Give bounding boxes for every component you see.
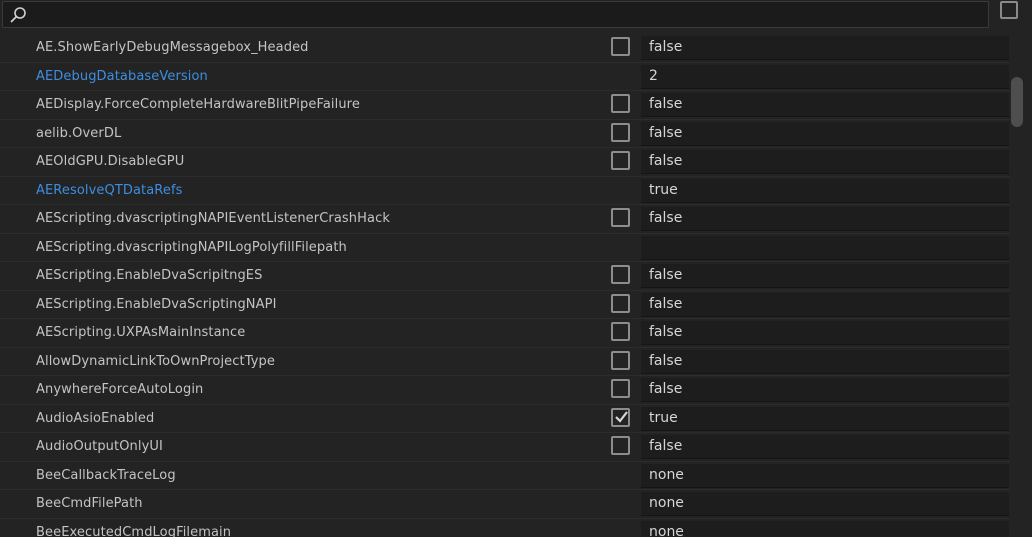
setting-value-field[interactable] <box>641 235 1009 260</box>
setting-checkbox[interactable] <box>611 37 630 56</box>
setting-value-field[interactable]: none <box>641 520 1009 537</box>
setting-value-field[interactable]: false <box>641 292 1009 317</box>
setting-checkbox[interactable] <box>611 322 630 341</box>
setting-name: AudioAsioEnabled <box>36 410 155 426</box>
setting-row[interactable]: AudioOutputOnlyUI false <box>0 433 1010 462</box>
setting-row[interactable]: AEScripting.EnableDvaScripitngES false <box>0 262 1010 291</box>
setting-checkbox[interactable] <box>611 122 630 142</box>
setting-value-field[interactable]: false <box>641 378 1009 402</box>
setting-row[interactable]: BeeCallbackTraceLog none <box>0 462 1010 490</box>
setting-value-field[interactable]: false <box>641 207 1009 231</box>
setting-value-field[interactable]: false <box>641 93 1009 117</box>
setting-value-field[interactable]: true <box>641 406 1009 431</box>
settings-list: AE.ShowEarlyDebugMessagebox_Headed false A… <box>0 34 1010 537</box>
setting-checkbox[interactable] <box>611 151 630 170</box>
setting-row[interactable]: AEScripting.dvascriptingNAPIEventListene… <box>0 205 1010 234</box>
setting-value-field[interactable]: false <box>641 36 1009 60</box>
setting-checkbox[interactable] <box>611 94 630 113</box>
checkmark-icon <box>615 410 628 423</box>
setting-name: AnywhereForceAutoLogin <box>36 382 204 397</box>
search-icon <box>10 7 26 23</box>
setting-name: AE.ShowEarlyDebugMessagebox_Headed <box>36 40 309 55</box>
setting-name: AEDisplay.ForceCompleteHardwareBlitPipeF… <box>36 97 360 112</box>
setting-row[interactable]: AE.ShowEarlyDebugMessagebox_Headed false <box>0 34 1010 63</box>
setting-value-field[interactable]: false <box>641 435 1009 459</box>
setting-row[interactable]: AEScripting.dvascriptingNAPILogPolyfillF… <box>0 234 1010 262</box>
setting-row[interactable]: AnywhereForceAutoLogin false <box>0 376 1010 405</box>
setting-value-field[interactable]: 2 <box>641 64 1009 89</box>
setting-value-field[interactable]: false <box>641 264 1009 288</box>
setting-name: AEOldGPU.DisableGPU <box>36 154 185 169</box>
setting-row[interactable]: AEDebugDatabaseVersion 2 <box>0 63 1010 91</box>
setting-row[interactable]: AEDisplay.ForceCompleteHardwareBlitPipeF… <box>0 91 1010 120</box>
setting-checkbox[interactable] <box>611 293 630 313</box>
setting-name: BeeCmdFilePath <box>36 496 143 511</box>
setting-row[interactable]: AEResolveQTDataRefs true <box>0 177 1010 205</box>
setting-checkbox[interactable] <box>611 350 630 370</box>
setting-name[interactable]: AEDebugDatabaseVersion <box>36 69 208 84</box>
setting-value-field[interactable]: false <box>641 150 1009 174</box>
setting-value-field[interactable]: none <box>641 463 1009 488</box>
setting-value-field[interactable]: false <box>641 321 1009 345</box>
setting-checkbox[interactable] <box>611 407 630 427</box>
setting-name: AllowDynamicLinkToOwnProjectType <box>36 353 275 369</box>
setting-name: BeeExecutedCmdLogFilemain <box>36 524 232 537</box>
setting-row[interactable]: AllowDynamicLinkToOwnProjectType false <box>0 348 1010 376</box>
setting-name: AEScripting.dvascriptingNAPIEventListene… <box>36 211 390 226</box>
debug-database-panel: AE.ShowEarlyDebugMessagebox_Headed false A… <box>0 0 1032 537</box>
setting-row[interactable]: BeeExecutedCmdLogFilemain none <box>0 519 1010 537</box>
setting-name: AudioOutputOnlyUI <box>36 439 163 454</box>
setting-name: AEScripting.EnableDvaScriptingNAPI <box>36 296 277 312</box>
search-box[interactable] <box>2 1 989 28</box>
setting-name: BeeCallbackTraceLog <box>36 467 176 483</box>
setting-value-field[interactable]: false <box>641 121 1009 146</box>
scrollbar-thumb[interactable] <box>1011 77 1023 127</box>
setting-name[interactable]: AEResolveQTDataRefs <box>36 183 183 198</box>
setting-row[interactable]: AEOldGPU.DisableGPU false <box>0 148 1010 177</box>
setting-row[interactable]: BeeCmdFilePath none <box>0 490 1010 519</box>
setting-name: AEScripting.dvascriptingNAPILogPolyfillF… <box>36 239 347 255</box>
show-all-checkbox[interactable] <box>1000 1 1018 19</box>
setting-value-field[interactable]: true <box>641 178 1009 203</box>
setting-value-field[interactable]: false <box>641 349 1009 374</box>
setting-row[interactable]: AEScripting.UXPAsMainInstance false <box>0 319 1010 348</box>
setting-checkbox[interactable] <box>611 379 630 398</box>
setting-checkbox[interactable] <box>611 265 630 284</box>
setting-checkbox[interactable] <box>611 208 630 227</box>
search-input[interactable] <box>31 4 985 28</box>
setting-checkbox[interactable] <box>611 436 630 455</box>
setting-row[interactable]: AEScripting.EnableDvaScriptingNAPI false <box>0 291 1010 319</box>
setting-value-field[interactable]: none <box>641 492 1009 516</box>
setting-row[interactable]: aelib.OverDL false <box>0 120 1010 148</box>
setting-name: aelib.OverDL <box>36 125 122 141</box>
setting-row[interactable]: AudioAsioEnabled true <box>0 405 1010 433</box>
setting-name: AEScripting.EnableDvaScripitngES <box>36 268 263 283</box>
setting-name: AEScripting.UXPAsMainInstance <box>36 325 246 340</box>
